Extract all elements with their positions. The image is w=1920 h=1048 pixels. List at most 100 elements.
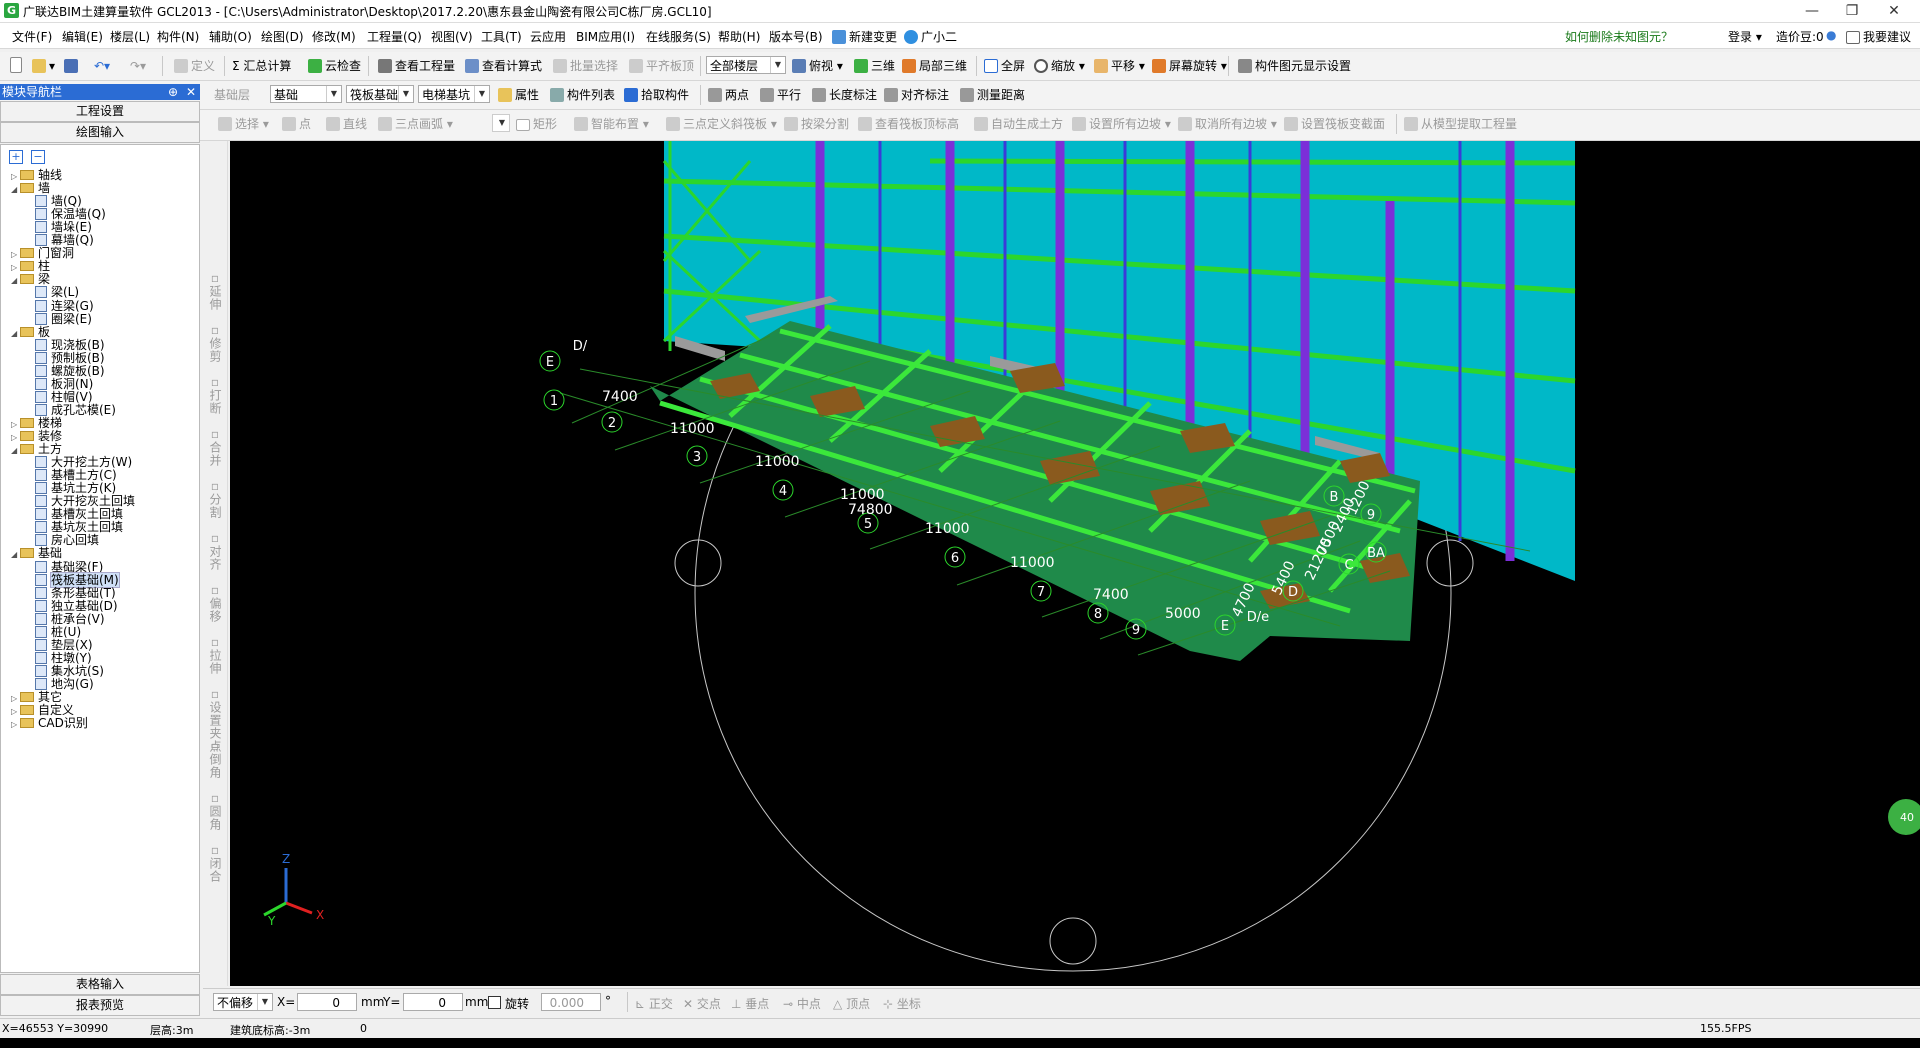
- split-by-beam-button[interactable]: 按梁分割: [782, 114, 851, 134]
- redo-icon[interactable]: ↷▾: [128, 56, 148, 76]
- three-point-slope-button[interactable]: 三点定义斜筏板 ▾: [664, 114, 779, 134]
- x-input[interactable]: 0: [297, 993, 357, 1011]
- auto-earthwork-button[interactable]: 自动生成土方: [972, 114, 1065, 134]
- summary-calc-button[interactable]: Σ 汇总计算: [230, 56, 293, 76]
- layer-select[interactable]: 基础 ▼: [270, 85, 342, 103]
- vtool-5[interactable]: ▫ 对齐: [205, 531, 225, 574]
- parallel-button[interactable]: 平行: [758, 85, 803, 105]
- view-direction-button[interactable]: 俯视 ▾: [790, 56, 845, 76]
- open-file-icon[interactable]: ▾: [30, 56, 57, 76]
- length-dimension-button[interactable]: 长度标注: [810, 85, 879, 105]
- collapsed-arrow-icon[interactable]: ▷: [11, 717, 20, 733]
- expanded-arrow-icon[interactable]: ◢: [11, 443, 20, 459]
- two-point-button[interactable]: 两点: [706, 85, 751, 105]
- close-button[interactable]: ✕: [1874, 0, 1914, 22]
- menu-modify[interactable]: 修改(M): [312, 28, 356, 45]
- orbit-handle-bottom[interactable]: [1049, 917, 1097, 965]
- rotate-angle-input[interactable]: 0.000: [541, 993, 601, 1011]
- vtool-0[interactable]: ▫ 延伸: [205, 271, 225, 314]
- menu-version[interactable]: 版本号(B): [769, 28, 823, 45]
- view-raft-elevation-button[interactable]: 查看筏板顶标高: [856, 114, 961, 134]
- menu-view[interactable]: 视图(V): [431, 28, 473, 45]
- minimize-button[interactable]: —: [1792, 0, 1832, 22]
- help-link[interactable]: 如何删除未知图元？: [1565, 28, 1673, 45]
- y-input[interactable]: 0: [403, 993, 463, 1011]
- vertex-snap-button[interactable]: △ 顶点: [833, 995, 870, 1012]
- menu-help[interactable]: 帮助(H): [718, 28, 760, 45]
- type-select[interactable]: 筏板基础 ▼: [346, 85, 414, 103]
- menu-component[interactable]: 构件(N): [157, 28, 199, 45]
- vtool-9[interactable]: ▫ 倒角: [205, 739, 225, 782]
- menu-assistant[interactable]: 广小二: [904, 28, 957, 45]
- expanded-arrow-icon[interactable]: ◢: [11, 182, 20, 198]
- perpendicular-snap-button[interactable]: ⊥ 垂点: [731, 995, 769, 1012]
- point-button[interactable]: 点: [280, 114, 313, 134]
- fullscreen-button[interactable]: 全屏: [982, 56, 1027, 76]
- feedback-button[interactable]: 我要建议: [1846, 28, 1911, 45]
- vtool-4[interactable]: ▫ 分割: [205, 479, 225, 522]
- expanded-arrow-icon[interactable]: ◢: [11, 273, 20, 289]
- align-dimension-button[interactable]: 对齐标注: [882, 85, 951, 105]
- model-3d-render[interactable]: 1 2 3 4 5 6 7 8 9 9 E D/ B C BA D D/e E …: [230, 141, 1920, 986]
- vtool-6[interactable]: ▫ 偏移: [205, 583, 225, 626]
- pick-component-button[interactable]: 拾取构件: [622, 85, 691, 105]
- zoom-button[interactable]: 缩放 ▾: [1032, 56, 1087, 76]
- line-button[interactable]: 直线: [324, 114, 369, 134]
- display-settings-button[interactable]: 构件图元显示设置: [1236, 56, 1353, 76]
- new-file-icon[interactable]: [8, 56, 27, 76]
- 3d-view-button[interactable]: 三维: [852, 56, 897, 76]
- arc-option-select[interactable]: ▼: [492, 114, 510, 132]
- component-list-button[interactable]: 构件列表: [548, 85, 617, 105]
- rotate-checkbox[interactable]: 旋转: [488, 995, 529, 1012]
- collapse-all-button[interactable]: −: [31, 150, 45, 164]
- menu-tools[interactable]: 工具(T): [481, 28, 522, 45]
- measure-distance-button[interactable]: 测量距离: [958, 85, 1027, 105]
- arc-button[interactable]: 三点画弧 ▾: [376, 114, 455, 134]
- close-icon[interactable]: ✕: [186, 84, 196, 100]
- menu-bim[interactable]: BIM应用(I): [576, 28, 635, 45]
- extract-from-model-button[interactable]: 从模型提取工程量: [1402, 114, 1519, 134]
- properties-button[interactable]: 属性: [496, 85, 541, 105]
- coordinate-snap-button[interactable]: ⊹ 坐标: [883, 995, 921, 1012]
- vtool-11[interactable]: ▫ 闭合: [205, 843, 225, 886]
- price-beans[interactable]: 造价豆:0: [1776, 28, 1824, 45]
- menu-quantity[interactable]: 工程量(Q): [367, 28, 422, 45]
- menu-edit[interactable]: 编辑(E): [62, 28, 103, 45]
- floor-select[interactable]: 全部楼层 ▼: [706, 56, 786, 74]
- report-preview-button[interactable]: 报表预览: [0, 995, 200, 1016]
- cancel-all-edges-button[interactable]: 取消所有边坡 ▾: [1176, 114, 1279, 134]
- menu-cloud[interactable]: 云应用: [530, 28, 566, 45]
- smart-layout-button[interactable]: 智能布置 ▾: [572, 114, 651, 134]
- offset-select[interactable]: 不偏移 ▼: [213, 993, 273, 1011]
- vtool-7[interactable]: ▫ 拉伸: [205, 635, 225, 678]
- ortho-snap-button[interactable]: ⊾ 正交: [635, 995, 673, 1012]
- expanded-arrow-icon[interactable]: ◢: [11, 547, 20, 563]
- intersect-snap-button[interactable]: ✕ 交点: [683, 995, 721, 1012]
- table-input-button[interactable]: 表格输入: [0, 974, 200, 995]
- menu-floor[interactable]: 楼层(L): [110, 28, 150, 45]
- view-quantity-button[interactable]: 查看工程量: [376, 56, 457, 76]
- 3d-viewport[interactable]: 1 2 3 4 5 6 7 8 9 9 E D/ B C BA D D/e E …: [230, 141, 1920, 986]
- project-settings-button[interactable]: 工程设置: [0, 101, 200, 122]
- undo-icon[interactable]: ↶▾: [92, 56, 112, 76]
- cloud-check-button[interactable]: 云检查: [306, 56, 363, 76]
- menu-new-change[interactable]: 新建变更: [832, 28, 897, 45]
- set-all-edges-button[interactable]: 设置所有边坡 ▾: [1070, 114, 1173, 134]
- vtool-1[interactable]: ▫ 修剪: [205, 323, 225, 366]
- raft-section-button[interactable]: 设置筏板变截面: [1282, 114, 1387, 134]
- menu-online[interactable]: 在线服务(S): [646, 28, 711, 45]
- pan-button[interactable]: 平移 ▾: [1092, 56, 1147, 76]
- define-button[interactable]: 定义: [172, 56, 217, 76]
- login-button[interactable]: 登录 ▾: [1728, 28, 1762, 45]
- tree-folder[interactable]: ▷ CAD识别: [11, 715, 88, 731]
- midpoint-snap-button[interactable]: ⊸ 中点: [783, 995, 821, 1012]
- rectangle-button[interactable]: 矩形: [514, 114, 559, 134]
- local-3d-button[interactable]: 局部三维: [900, 56, 969, 76]
- view-formula-button[interactable]: 查看计算式: [463, 56, 544, 76]
- save-icon[interactable]: [62, 56, 83, 76]
- notification-icon[interactable]: ●: [1826, 28, 1836, 42]
- vtool-2[interactable]: ▫ 打断: [205, 375, 225, 418]
- flush-top-button[interactable]: 平齐板顶: [627, 56, 696, 76]
- draw-input-button[interactable]: 绘图输入: [0, 122, 200, 143]
- expand-all-button[interactable]: +: [9, 150, 23, 164]
